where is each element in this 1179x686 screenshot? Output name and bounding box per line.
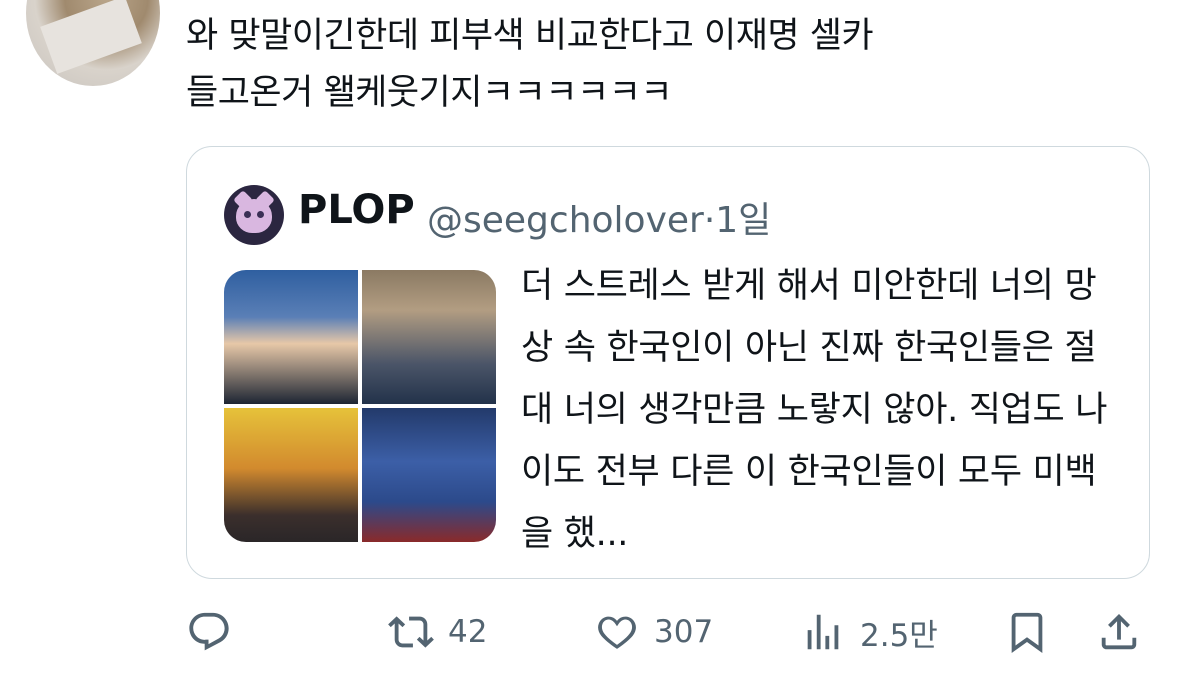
photo-1[interactable] (224, 270, 358, 404)
like-count: 307 (654, 614, 714, 650)
tweet-text-line-1: 와 맞말이긴한데 피부색 비교한다고 이재명 셀카 (186, 16, 874, 56)
bookmark-button[interactable] (1004, 600, 1050, 664)
share-button[interactable] (1096, 600, 1142, 664)
user-avatar[interactable] (26, 0, 160, 86)
heart-icon (598, 616, 636, 649)
quoted-tweet-photo-grid[interactable] (224, 270, 496, 542)
avatar-eye-left (244, 211, 251, 218)
share-icon (1101, 613, 1137, 650)
quoted-user-handle[interactable]: @seegcholover (427, 200, 704, 241)
avatar-character (236, 199, 272, 233)
tweet-action-bar: 42 307 2.5만 (0, 600, 1179, 664)
quoted-user-meta: @seegcholover·1일 (427, 191, 771, 243)
quoted-tweet-card[interactable]: PLOP @seegcholover·1일 더 스트레스 받게 해서 미안한데 … (186, 146, 1150, 579)
like-button[interactable]: 307 (594, 600, 713, 664)
reply-button[interactable] (186, 600, 246, 664)
views-count: 2.5만 (860, 617, 938, 654)
views-button[interactable]: 2.5만 (800, 600, 938, 664)
reply-icon (189, 612, 229, 651)
retweet-count: 42 (448, 614, 488, 650)
avatar-image-detail (40, 0, 142, 74)
tweet-text-line-2: 들고온거 왤케웃기지ㅋㅋㅋㅋㅋㅋ (186, 73, 673, 113)
photo-2[interactable] (362, 270, 496, 404)
photo-4[interactable] (362, 408, 496, 542)
bookmark-icon (1011, 612, 1043, 653)
quoted-user-avatar[interactable] (224, 185, 284, 245)
photo-3[interactable] (224, 408, 358, 542)
views-icon (807, 614, 839, 650)
tweet-text: 와 맞말이긴한데 피부색 비교한다고 이재명 셀카 들고온거 왤케웃기지ㅋㅋㅋㅋ… (186, 8, 1146, 122)
retweet-icon (388, 616, 434, 648)
quoted-user-name[interactable]: PLOP (298, 187, 415, 233)
quoted-tweet-time[interactable]: ·1일 (704, 200, 771, 241)
retweet-button[interactable]: 42 (388, 600, 487, 664)
avatar-eye-right (257, 211, 264, 218)
quoted-tweet-text: 더 스트레스 받게 해서 미안한데 너의 망상 속 한국인이 아닌 진짜 한국인… (521, 266, 1108, 554)
